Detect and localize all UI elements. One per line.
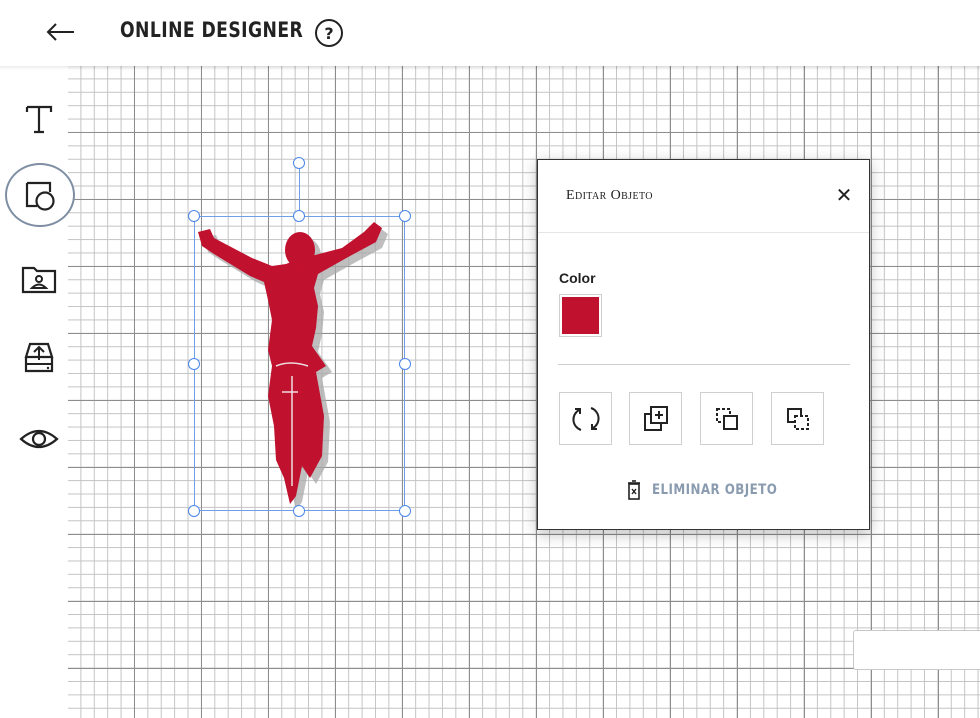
partial-widget[interactable] xyxy=(853,630,980,670)
resize-handle-bottom-left[interactable] xyxy=(188,505,200,517)
trash-icon xyxy=(628,480,640,500)
flip-icon xyxy=(572,406,599,431)
resize-handle-top-left[interactable] xyxy=(188,210,200,222)
text-tool-button[interactable] xyxy=(4,88,74,150)
help-button[interactable]: ? xyxy=(315,19,343,47)
duplicate-icon xyxy=(643,405,668,431)
images-tool-button[interactable] xyxy=(4,248,74,310)
flip-button[interactable] xyxy=(559,392,612,445)
resize-handle-top[interactable] xyxy=(293,210,305,222)
shapes-icon xyxy=(25,181,55,211)
eye-icon xyxy=(19,429,59,449)
image-folder-icon xyxy=(21,266,57,294)
rotate-handle[interactable] xyxy=(293,157,305,169)
header-divider xyxy=(0,66,980,70)
arrow-left-icon xyxy=(46,23,74,41)
resize-handle-top-right[interactable] xyxy=(399,210,411,222)
panel-title: Editar Objeto xyxy=(566,188,653,203)
send-backward-icon xyxy=(786,407,809,430)
panel-divider xyxy=(538,232,869,233)
close-icon: ✕ xyxy=(835,183,853,207)
bring-forward-button[interactable] xyxy=(700,392,753,445)
duplicate-button[interactable] xyxy=(629,392,682,445)
page-title: ONLINE DESIGNER xyxy=(120,18,304,42)
resize-handle-bottom[interactable] xyxy=(293,505,305,517)
resize-handle-left[interactable] xyxy=(188,358,200,370)
delete-object-button[interactable]: ELIMINAR OBJETO xyxy=(626,478,799,502)
tool-sidebar xyxy=(0,66,75,718)
color-label: Color xyxy=(559,270,596,286)
text-icon xyxy=(25,105,53,134)
upload-icon xyxy=(24,342,54,373)
upload-tool-button[interactable] xyxy=(4,326,74,388)
back-button[interactable] xyxy=(44,18,78,46)
preview-tool-button[interactable] xyxy=(4,408,74,470)
send-backward-button[interactable] xyxy=(771,392,824,445)
color-picker-button[interactable] xyxy=(559,294,602,337)
app-header: ONLINE DESIGNER ? xyxy=(0,0,980,66)
color-swatch xyxy=(562,297,599,334)
selection-frame xyxy=(188,157,411,517)
panel-divider xyxy=(558,364,850,365)
edit-object-panel: Editar Objeto ✕ Color ELIMINAR OBJETO xyxy=(537,159,870,530)
close-panel-button[interactable]: ✕ xyxy=(835,183,853,207)
resize-handle-right[interactable] xyxy=(399,358,411,370)
resize-handle-bottom-right[interactable] xyxy=(399,505,411,517)
shapes-tool-button[interactable] xyxy=(4,163,75,227)
bring-forward-icon xyxy=(715,407,738,430)
delete-object-label: ELIMINAR OBJETO xyxy=(652,482,778,498)
